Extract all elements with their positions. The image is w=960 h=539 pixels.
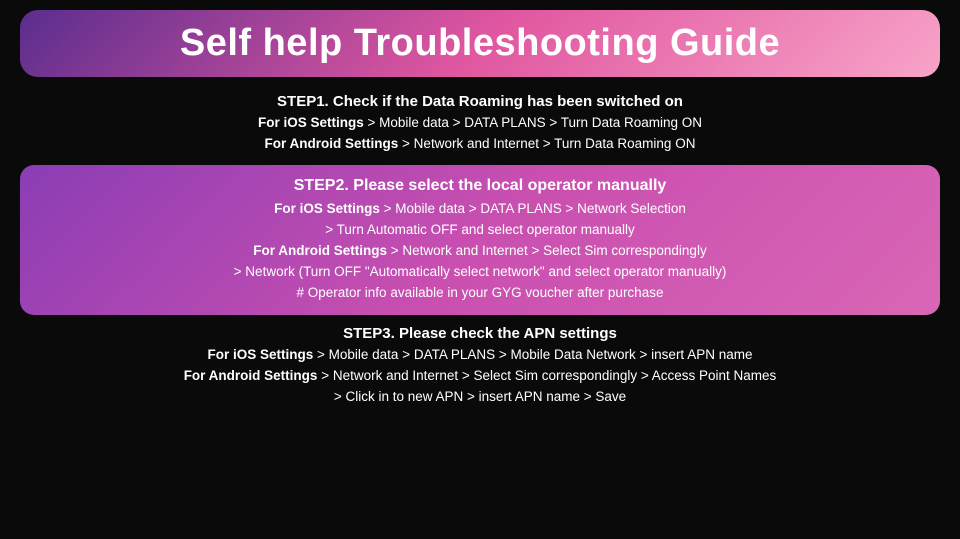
step2-line4: > Network (Turn OFF "Automatically selec…: [50, 262, 910, 283]
step2-ios-rest: > Mobile data > DATA PLANS > Network Sel…: [380, 201, 686, 216]
step1-heading: STEP1. Check if the Data Roaming has bee…: [20, 93, 940, 110]
step2-android-rest: > Network and Internet > Select Sim corr…: [387, 243, 707, 258]
main-title: Self help Troubleshooting Guide: [180, 22, 780, 64]
step3-android-rest: > Network and Internet > Select Sim corr…: [317, 368, 776, 383]
step2-section: STEP2. Please select the local operator …: [20, 165, 940, 316]
step1-ios-label: For iOS Settings: [258, 115, 364, 130]
step2-ios-label: For iOS Settings: [274, 201, 380, 216]
step3-line3: > Click in to new APN > insert APN name …: [20, 387, 940, 408]
step2-line2: > Turn Automatic OFF and select operator…: [50, 220, 910, 241]
step2-line3: For Android Settings > Network and Inter…: [50, 241, 910, 262]
step1-android-rest: > Network and Internet > Turn Data Roami…: [398, 136, 695, 151]
step2-line5: # Operator info available in your GYG vo…: [50, 283, 910, 304]
step1-android-label: For Android Settings: [265, 136, 399, 151]
step3-ios-rest: > Mobile data > DATA PLANS > Mobile Data…: [313, 347, 752, 362]
step3-android-label: For Android Settings: [184, 368, 318, 383]
step1-ios-rest: > Mobile data > DATA PLANS > Turn Data R…: [364, 115, 702, 130]
step3-line2: For Android Settings > Network and Inter…: [20, 366, 940, 387]
step1-section: STEP1. Check if the Data Roaming has bee…: [20, 93, 940, 155]
step1-line2: For Android Settings > Network and Inter…: [20, 134, 940, 155]
step2-heading: STEP2. Please select the local operator …: [50, 177, 910, 195]
step1-line1: For iOS Settings > Mobile data > DATA PL…: [20, 113, 940, 134]
step2-android-label: For Android Settings: [253, 243, 387, 258]
title-banner: Self help Troubleshooting Guide: [20, 10, 940, 77]
step2-line1: For iOS Settings > Mobile data > DATA PL…: [50, 199, 910, 220]
step3-section: STEP3. Please check the APN settings For…: [20, 325, 940, 408]
step3-heading: STEP3. Please check the APN settings: [20, 325, 940, 342]
step3-ios-label: For iOS Settings: [208, 347, 314, 362]
step3-line1: For iOS Settings > Mobile data > DATA PL…: [20, 345, 940, 366]
